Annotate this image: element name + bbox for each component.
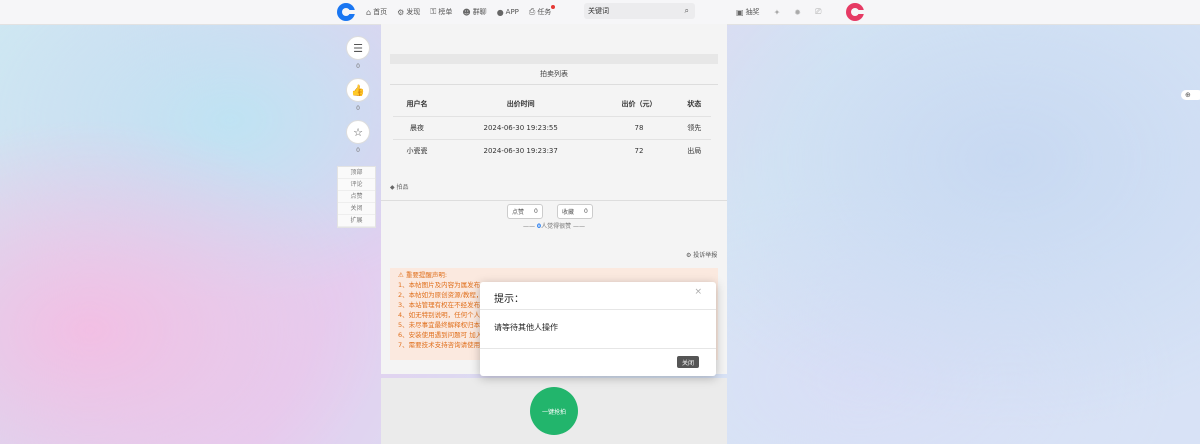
cell-status: 出局 — [677, 139, 711, 162]
side-label-extend[interactable]: 扩展 — [338, 215, 375, 227]
nav-discover-label: 发现 — [406, 8, 421, 16]
comment-button[interactable]: ☰ — [346, 36, 370, 60]
dialog-close-button[interactable]: 关闭 — [677, 356, 699, 368]
nav-app-label: APP — [505, 8, 519, 16]
cell-bid-time: 2024-06-30 19:23:37 — [441, 139, 601, 162]
vote-favorite-button[interactable]: 收藏 0 — [557, 204, 593, 219]
message-icon[interactable]: ⎚ — [815, 7, 821, 17]
nav-discover[interactable]: ⚙ 发现 — [397, 7, 420, 17]
divider — [480, 309, 716, 310]
comment-count: 0 — [356, 63, 360, 70]
reward-summary: —— 0人觉得很赞 —— — [522, 223, 586, 230]
table-row: 小瓷瓷 2024-06-30 19:23:37 72 出局 — [393, 139, 711, 162]
post-tag[interactable]: ◆ 拍品 — [390, 182, 409, 191]
gift-icon: ▣ — [736, 7, 744, 17]
report-label: 投诉举报 — [693, 252, 718, 259]
side-label-comment[interactable]: 评论 — [338, 179, 375, 191]
table-header-row: 用户名 出价时间 出价（元） 状态 — [393, 92, 711, 117]
vote-fav-count: 0 — [584, 208, 588, 215]
auction-list-title: 拍卖列表 — [540, 70, 568, 78]
search-input[interactable] — [584, 6, 678, 16]
ranking-icon: ⚿ — [430, 7, 437, 16]
nav-group[interactable]: ☻ 群聊 — [462, 7, 486, 17]
search-box: ⌕ — [584, 3, 695, 19]
thumbs-up-icon: 👍 — [351, 83, 365, 97]
floating-add-button[interactable]: ⊕ — [1181, 90, 1200, 100]
printer-icon: ⎙ — [528, 7, 536, 16]
vote-fav-label: 收藏 — [562, 209, 575, 216]
like-button[interactable]: 👍 — [346, 78, 370, 102]
table-row: 晨夜 2024-06-30 19:23:55 78 领先 — [393, 116, 711, 140]
settings-icon[interactable]: ✹ — [794, 8, 801, 17]
alert-dialog: 提示： × 请等待其他人操作 关闭 — [480, 282, 716, 376]
favorite-button[interactable]: ☆ — [346, 120, 370, 144]
vote-like-button[interactable]: 点赞 0 — [507, 204, 543, 219]
side-label-like[interactable]: 点赞 — [338, 191, 375, 203]
cell-bid-time: 2024-06-30 19:23:55 — [441, 116, 601, 140]
nav-home-label: 首页 — [373, 8, 388, 16]
sign-in-label: 抽奖 — [745, 8, 760, 16]
favorite-count: 0 — [356, 147, 360, 154]
nav-app[interactable]: ● APP — [497, 8, 519, 17]
cell-username: 晨夜 — [393, 116, 441, 140]
home-icon: ⌂ — [366, 7, 372, 17]
theme-icon[interactable]: ✦ — [774, 8, 781, 17]
gear-icon: ⚙ — [397, 7, 405, 17]
col-bid-time: 出价时间 — [506, 100, 535, 108]
reward-text: 人觉得很赞 — [541, 223, 572, 230]
right-nav: ▣ 抽奖 ✦ ✹ ⎚ — [736, 0, 821, 24]
sign-in-button[interactable]: ▣ 抽奖 — [736, 7, 760, 17]
report-link[interactable]: ⚙ 投诉举报 — [686, 250, 717, 259]
dialog-title: 提示： — [494, 294, 524, 305]
nav-group-label: 群聊 — [472, 8, 487, 16]
divider — [381, 200, 727, 201]
search-icon[interactable]: ⌕ — [685, 6, 689, 16]
side-label-top[interactable]: 顶部 — [338, 167, 375, 179]
cell-bid-price: 72 — [600, 139, 678, 162]
cell-bid-price: 78 — [600, 116, 678, 140]
nav-ranking[interactable]: ⚿ 榜单 — [430, 7, 452, 17]
nav-task-label: 任务 — [537, 8, 552, 16]
side-label-list: 顶部 评论 点赞 关闭 扩展 — [337, 166, 376, 228]
divider — [390, 84, 718, 85]
notice-line: ⚠ 重要提醒声明: — [398, 271, 448, 279]
top-navigation-bar: ⌂首页 ⚙发现 ⚿榜单 ☻群聊 ●APP ⎙任务 ⌕ ▣抽奖 ✦ ✹ ⎚ — [0, 0, 1200, 25]
site-logo[interactable] — [337, 3, 355, 21]
close-icon[interactable]: × — [694, 287, 702, 297]
like-count: 0 — [356, 105, 360, 112]
section-header-bar — [390, 54, 718, 64]
col-status: 状态 — [687, 100, 702, 108]
side-action-bar: ☰ 0 👍 0 ☆ 0 — [342, 36, 374, 162]
comment-icon: ☰ — [353, 41, 363, 55]
star-icon: ☆ — [353, 125, 363, 139]
cell-status: 领先 — [677, 116, 711, 140]
nav-home[interactable]: ⌂ 首页 — [366, 7, 387, 17]
apple-icon: ● — [496, 7, 504, 17]
cell-username: 小瓷瓷 — [393, 139, 441, 162]
col-bid-price: 出价（元） — [621, 100, 657, 108]
vote-like-label: 点赞 — [512, 209, 525, 216]
divider — [480, 348, 716, 349]
auction-table: 用户名 出价时间 出价（元） 状态 晨夜 2024-06-30 19:23:55… — [393, 92, 711, 162]
nav-task[interactable]: ⎙ 任务 — [528, 5, 556, 17]
notification-dot — [551, 5, 556, 9]
group-icon: ☻ — [462, 7, 471, 17]
dialog-message: 请等待其他人操作 — [494, 323, 558, 332]
main-nav: ⌂ 首页 ⚙ 发现 ⚿ 榜单 ☻ 群聊 ● APP ⎙ 任务 — [366, 0, 556, 24]
user-avatar[interactable] — [846, 3, 864, 21]
side-label-close[interactable]: 关闭 — [338, 203, 375, 215]
col-username: 用户名 — [406, 100, 428, 108]
vote-like-count: 0 — [534, 208, 538, 215]
quick-bid-button[interactable]: 一键抢拍 — [530, 387, 578, 435]
nav-ranking-label: 榜单 — [438, 8, 453, 16]
